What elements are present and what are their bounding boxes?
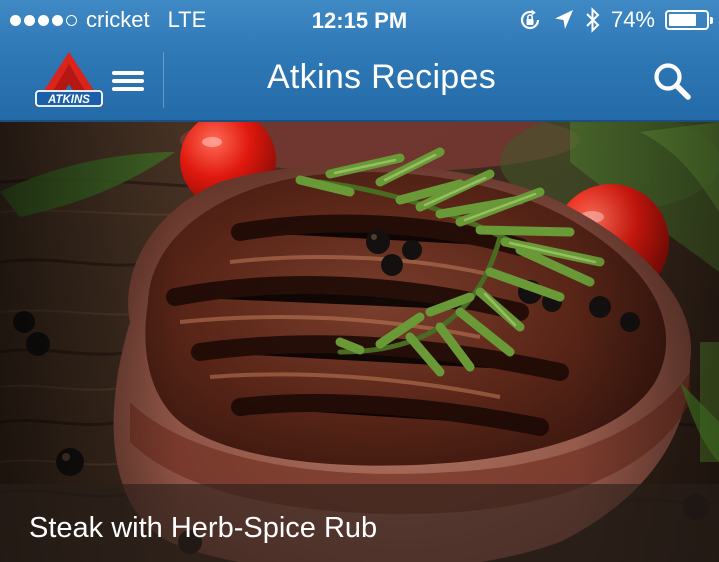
recipe-caption-bar: Steak with Herb-Spice Rub <box>0 484 719 562</box>
hamburger-icon <box>112 71 144 75</box>
search-icon <box>654 63 691 100</box>
navigation-bar: ATKINS Atkins Recipes <box>0 40 719 120</box>
status-right: 74% <box>517 6 713 34</box>
page-title: Atkins Recipes <box>266 58 497 96</box>
app-header: cricket LTE 12:15 PM 74% ATKINS Atkins R… <box>0 0 719 122</box>
battery-icon <box>665 10 713 30</box>
battery-level-fill <box>669 14 696 26</box>
rotation-lock-icon <box>520 9 540 30</box>
location-arrow-icon <box>554 10 573 29</box>
logo-wordmark: ATKINS <box>47 94 90 106</box>
hamburger-icon-bar <box>112 87 144 91</box>
recipe-title: Steak with Herb-Spice Rub <box>29 512 378 544</box>
bluetooth-icon <box>586 7 600 33</box>
battery-percent: 74% <box>610 7 655 32</box>
battery-tip <box>710 17 713 24</box>
atkins-logo: ATKINS <box>34 52 104 107</box>
featured-recipe-card[interactable]: Steak with Herb-Spice Rub <box>0 122 719 562</box>
hamburger-icon-bar <box>112 79 144 83</box>
search-button[interactable] <box>651 60 693 102</box>
app-screen: cricket LTE 12:15 PM 74% ATKINS Atkins R… <box>0 0 719 562</box>
menu-button[interactable] <box>110 66 146 96</box>
status-bar: cricket LTE 12:15 PM 74% <box>0 0 719 40</box>
